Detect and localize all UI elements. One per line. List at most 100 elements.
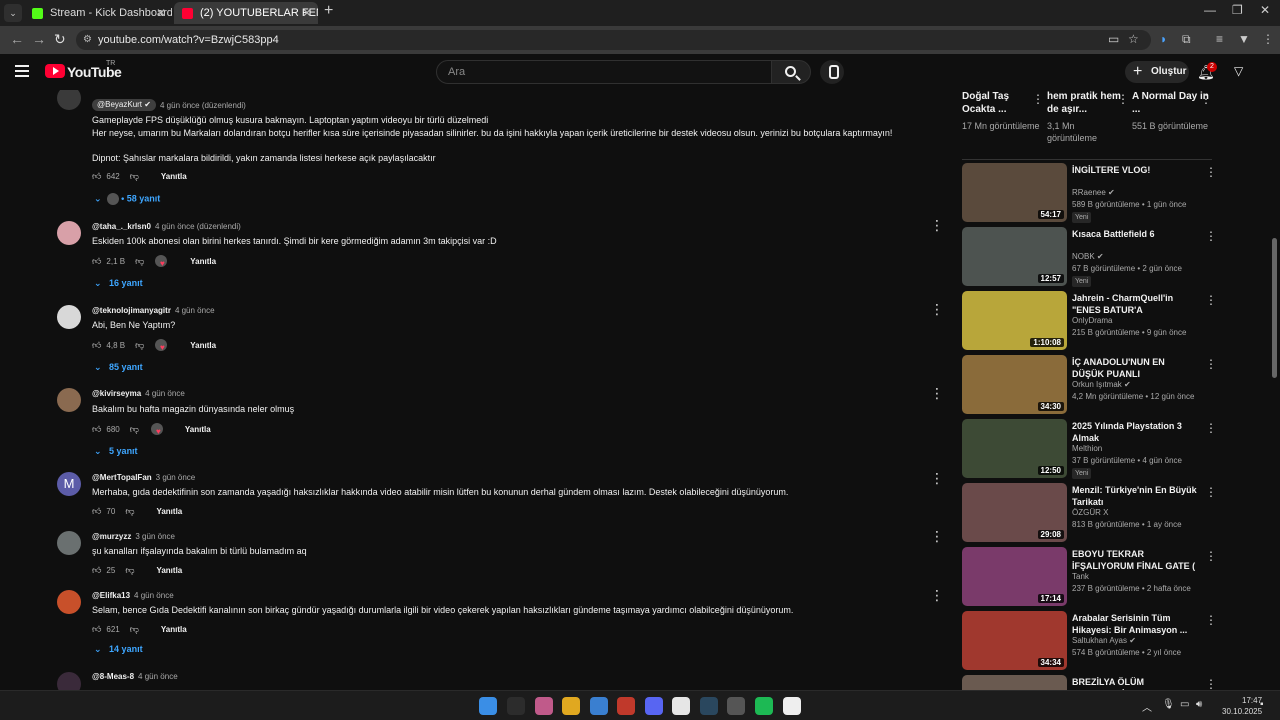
like-icon[interactable]: 👍︎ [92, 506, 101, 516]
scrollbar-thumb[interactable] [1272, 238, 1277, 378]
reply-button[interactable]: Yanıtla [190, 341, 216, 350]
like-icon[interactable]: 👍︎ [92, 340, 101, 350]
bookmark-star-icon[interactable]: ☆ [1128, 32, 1139, 46]
volume-icon[interactable]: 🔊︎ [1196, 699, 1202, 710]
avatar[interactable] [57, 305, 81, 329]
comment-author[interactable]: @teknolojimanyagitr 4 gün önce [92, 306, 215, 315]
like-icon[interactable]: 👍︎ [92, 624, 101, 634]
dislike-icon[interactable]: 👎︎ [125, 506, 134, 516]
cast-icon[interactable]: ▭ [1108, 32, 1119, 46]
search-button[interactable] [771, 60, 811, 84]
more-icon[interactable]: ⋮ [1205, 677, 1217, 690]
reply-button[interactable]: Yanıtla [190, 257, 216, 266]
tab-kick-dashboard[interactable]: Stream - Kick Dashboard ✕ [24, 2, 172, 24]
close-tab-icon[interactable]: ✕ [302, 2, 312, 24]
video-channel[interactable]: Tank [1072, 572, 1089, 581]
avatar[interactable] [57, 90, 81, 110]
more-icon[interactable]: ⋮ [1200, 92, 1212, 106]
notifications-icon[interactable]: ▪ [1260, 699, 1264, 710]
video-thumbnail[interactable]: 34:34 [962, 611, 1067, 670]
video-channel[interactable]: ÖZGÜR X [1072, 508, 1108, 517]
video-thumbnail[interactable]: 1:10:08 [962, 291, 1067, 350]
app-icon[interactable] [727, 697, 745, 715]
page-scrollbar[interactable] [1270, 60, 1280, 690]
youtube-logo-icon[interactable] [45, 64, 65, 78]
new-tab-button[interactable]: + [324, 2, 333, 20]
close-window-icon[interactable]: ✕ [1260, 3, 1270, 17]
comment-more-icon[interactable]: ⋮ [930, 587, 944, 604]
video-title[interactable]: Menzil: Türkiye'nin En Büyük Tarikatı [1072, 485, 1197, 508]
tab-search-menu[interactable]: ⌄ [4, 4, 22, 22]
like-icon[interactable]: 👍︎ [92, 171, 101, 181]
more-icon[interactable]: ⋮ [1117, 92, 1129, 106]
avatar[interactable] [57, 221, 81, 245]
view-replies-button[interactable]: ⌄ 85 yanıt [94, 362, 143, 373]
video-thumbnail[interactable]: 12:57 [962, 227, 1067, 286]
maximize-icon[interactable]: ❐ [1232, 3, 1243, 17]
steam-icon[interactable] [700, 697, 718, 715]
view-replies-button[interactable]: ⌄ • 58 yanıt [94, 193, 160, 205]
video-title[interactable]: İNGİLTERE VLOG! [1072, 165, 1197, 177]
video-channel[interactable]: Melthion [1072, 444, 1102, 453]
url-field[interactable]: ⚙ youtube.com/watch?v=BzwjC583pp4 [76, 30, 1151, 50]
video-channel[interactable]: RRaenee ✔ [1072, 188, 1115, 197]
avatar[interactable]: M [57, 472, 81, 496]
account-avatar[interactable]: ▽ [1234, 64, 1243, 78]
reply-button[interactable]: Yanıtla [156, 566, 182, 575]
video-channel[interactable]: OnlyDrama [1072, 316, 1112, 325]
media-control-icon[interactable]: ≡ [1216, 32, 1223, 46]
video-thumbnail[interactable]: 17:14 [962, 547, 1067, 606]
forward-icon[interactable]: → [32, 31, 46, 47]
minimize-icon[interactable]: — [1204, 3, 1216, 17]
dislike-icon[interactable]: 👎︎ [130, 171, 139, 181]
video-card[interactable]: 54:17 İNGİLTERE VLOG! RRaenee ✔ 589 B görün… [962, 163, 1217, 223]
extension-icon[interactable]: ◗ [1160, 32, 1167, 46]
show-hidden-icons-icon[interactable]: ︿ [1142, 699, 1152, 714]
more-icon[interactable]: ⋮ [1205, 229, 1217, 243]
video-card[interactable]: 34:30 İÇ ANADOLU'NUN EN DÜŞÜK PUANLI REST… [962, 355, 1217, 415]
video-channel[interactable]: NOBK ✔ [1072, 252, 1104, 261]
comment-more-icon[interactable]: ⋮ [930, 385, 944, 402]
reply-button[interactable]: Yanıtla [156, 507, 182, 516]
dislike-icon[interactable]: 👎︎ [135, 256, 144, 266]
microphone-icon[interactable]: 🎙︎ [1162, 699, 1175, 710]
menu-icon[interactable] [15, 65, 29, 77]
video-card[interactable]: 29:08 Menzil: Türkiye'nin En Büyük Tarika… [962, 483, 1217, 543]
video-channel[interactable]: Saltukhan Ayas ✔ [1072, 636, 1136, 645]
video-card[interactable]: BREZİLYA ÖLÜM MAHALLESİ ⋮ [962, 675, 1217, 690]
reload-icon[interactable]: ↻ [54, 31, 66, 48]
video-title[interactable]: EBOYU TEKRAR İFŞALIYORUM FİNAL GATE ( Sİ… [1072, 549, 1197, 572]
reply-button[interactable]: Yanıtla [161, 625, 187, 634]
more-icon[interactable]: ⋮ [1205, 165, 1217, 179]
widgets-icon[interactable] [535, 697, 553, 715]
file-explorer-icon[interactable] [562, 697, 580, 715]
video-thumbnail[interactable]: 34:30 [962, 355, 1067, 414]
view-replies-button[interactable]: ⌄ 14 yanıt [94, 644, 143, 655]
video-card[interactable]: 17:14 EBOYU TEKRAR İFŞALIYORUM FİNAL GATE… [962, 547, 1217, 607]
video-title[interactable]: Jahrein - CharmQuell'in "ENES BATUR'A GE… [1072, 293, 1197, 316]
browser-menu-icon[interactable]: ⋮ [1262, 32, 1274, 46]
more-icon[interactable]: ⋮ [1205, 485, 1217, 499]
close-tab-icon[interactable]: ✕ [156, 2, 166, 24]
video-title[interactable]: Kısaca Battlefield 6 [1072, 229, 1197, 241]
avatar[interactable] [57, 590, 81, 614]
profile-icon[interactable]: ▼ [1238, 32, 1250, 46]
video-card[interactable]: 12:57 Kısaca Battlefield 6 NOBK ✔ 67 B görü… [962, 227, 1217, 287]
view-replies-button[interactable]: ⌄ 16 yanıt [94, 278, 143, 289]
video-thumbnail[interactable] [962, 675, 1067, 690]
voice-search-button[interactable] [820, 60, 844, 84]
comment-author[interactable]: @8-Meas-8 4 gün önce [92, 672, 178, 681]
discord-icon[interactable] [645, 697, 663, 715]
site-info-icon[interactable]: ⚙ [83, 30, 92, 50]
shorts-item[interactable]: Doğal Taş Ocakta ... 17 Mn görüntüleme [962, 90, 1042, 132]
video-title[interactable]: Arabalar Serisinin Tüm Hikayesi: Bir Ani… [1072, 613, 1197, 636]
video-title[interactable]: 2025 Yılında Playstation 3 Almak [1072, 421, 1197, 444]
spotify-icon[interactable] [755, 697, 773, 715]
search-input[interactable]: Ara [436, 60, 772, 84]
comment-author[interactable]: @kivirseyma 4 gün önce [92, 389, 185, 398]
network-icon[interactable]: ▭ [1180, 699, 1189, 710]
like-icon[interactable]: 👍︎ [92, 565, 101, 575]
app-icon[interactable] [590, 697, 608, 715]
video-title[interactable]: İÇ ANADOLU'NUN EN DÜŞÜK PUANLI RESTORANT… [1072, 357, 1197, 380]
video-card[interactable]: 1:10:08 Jahrein - CharmQuell'in "ENES BAT… [962, 291, 1217, 351]
